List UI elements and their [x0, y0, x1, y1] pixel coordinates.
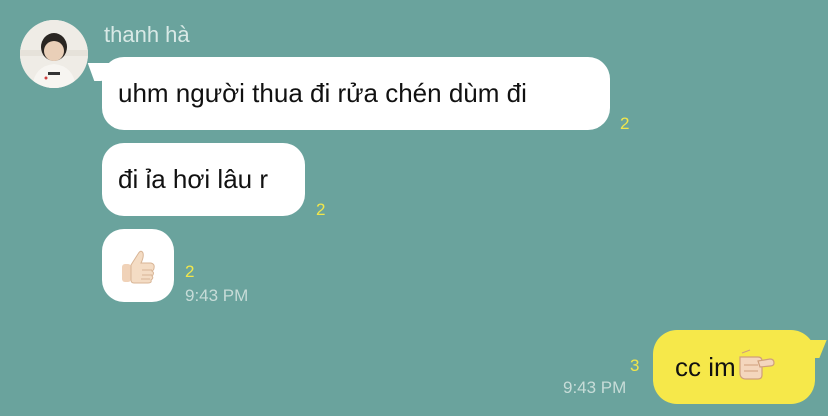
message-text: cc im: [675, 351, 736, 382]
outgoing-message-bubble[interactable]: cc im: [653, 330, 815, 404]
read-count: 2: [185, 262, 195, 281]
sender-name: thanh hà: [104, 22, 190, 47]
message-bubble[interactable]: uhm người thua đi rửa chén dùm đi: [102, 57, 610, 130]
message-text: đi ỉa hơi lâu r: [118, 164, 269, 194]
pointing-hand-icon: [736, 347, 776, 388]
thumbs-up-icon: [122, 250, 155, 283]
avatar[interactable]: [20, 20, 88, 88]
read-count: 2: [316, 200, 326, 219]
read-count: 2: [620, 114, 630, 133]
timestamp: 9:43 PM: [563, 378, 627, 397]
emoji-message-bubble[interactable]: [102, 229, 174, 302]
message-bubble[interactable]: đi ỉa hơi lâu r: [102, 143, 305, 216]
read-count: 3: [630, 356, 640, 375]
timestamp: 9:43 PM: [185, 286, 249, 305]
message-text: uhm người thua đi rửa chén dùm đi: [118, 78, 527, 108]
avatar-photo: [20, 20, 88, 88]
